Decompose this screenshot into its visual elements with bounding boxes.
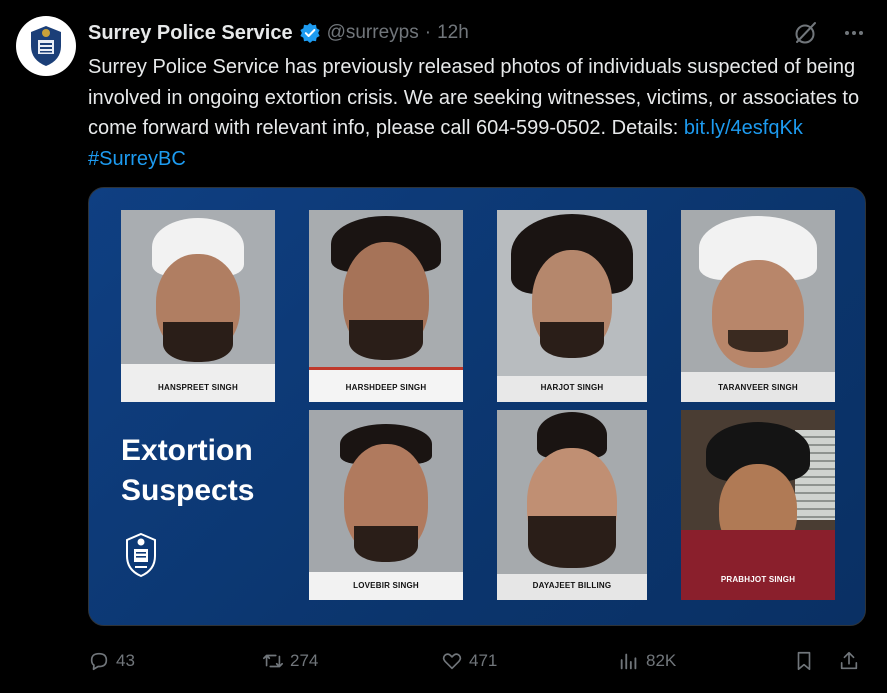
author-name[interactable]: Surrey Police Service	[88, 22, 293, 45]
police-badge-icon	[123, 532, 159, 578]
media-title: Extortion Suspects	[121, 431, 254, 511]
like-count: 471	[469, 651, 498, 670]
media-title-line2: Suspects	[121, 474, 255, 507]
suspect-name: TARANVEER SINGH	[718, 383, 798, 392]
suspect-name: DAYAJEET BILLING	[532, 581, 612, 590]
author-handle[interactable]: @surreyps	[327, 22, 419, 44]
suspect-photo-lovebir: LOVEBIR SINGH	[309, 410, 463, 600]
tweet-text: Surrey Police Service has previously rel…	[88, 52, 878, 174]
police-badge-icon	[31, 26, 61, 66]
timestamp[interactable]: 12h	[437, 22, 469, 44]
share-icon	[840, 651, 858, 670]
suspect-photo-taranveer: TARANVEER SINGH	[681, 210, 835, 402]
reply-count: 43	[116, 651, 135, 670]
verified-badge-icon	[299, 22, 321, 44]
suspect-photo-dayajeet: DAYAJEET BILLING	[497, 410, 647, 600]
tweet-media[interactable]: HANSPREET SINGH HARSHDEEP SINGH HARJOT S…	[88, 187, 866, 626]
share-button[interactable]	[838, 650, 860, 672]
suspect-name: LOVEBIR SINGH	[353, 581, 419, 590]
suspect-photo-prabhjot: PRABHJOT SINGH	[681, 410, 835, 600]
bookmark-button[interactable]	[793, 650, 815, 672]
heart-icon	[442, 653, 462, 670]
suspect-name: PRABHJOT SINGH	[720, 575, 796, 584]
views-button[interactable]: 82K	[618, 650, 676, 672]
like-button[interactable]: 471	[441, 650, 497, 672]
tweet-header: Surrey Police Service @surreyps · 12h	[88, 20, 871, 46]
reply-button[interactable]: 43	[88, 650, 135, 672]
views-icon	[620, 653, 637, 670]
details-link[interactable]: bit.ly/4esfqKk	[684, 117, 803, 139]
hashtag-link[interactable]: #SurreyBC	[88, 148, 186, 170]
action-bar: 43 274 471 82K	[88, 644, 871, 678]
bookmark-icon	[797, 651, 811, 671]
suspect-name: HANSPREET SINGH	[158, 383, 238, 392]
avatar[interactable]	[16, 16, 76, 76]
repost-icon	[263, 654, 283, 668]
separator-dot: ·	[424, 22, 432, 43]
reply-icon	[90, 652, 108, 671]
repost-button[interactable]: 274	[262, 650, 318, 672]
repost-count: 274	[290, 651, 319, 670]
more-options-icon[interactable]	[843, 22, 865, 49]
views-count: 82K	[646, 651, 677, 670]
suspect-name: HARSHDEEP SINGH	[345, 383, 427, 392]
suspect-photo-harjot: HARJOT SINGH	[497, 210, 647, 402]
media-title-line1: Extortion	[121, 434, 253, 467]
suspect-photo-harshdeep: HARSHDEEP SINGH	[309, 210, 463, 402]
grok-icon[interactable]	[793, 20, 819, 51]
suspect-name: HARJOT SINGH	[540, 383, 604, 392]
suspect-photo-hanspreet: HANSPREET SINGH	[121, 210, 275, 402]
